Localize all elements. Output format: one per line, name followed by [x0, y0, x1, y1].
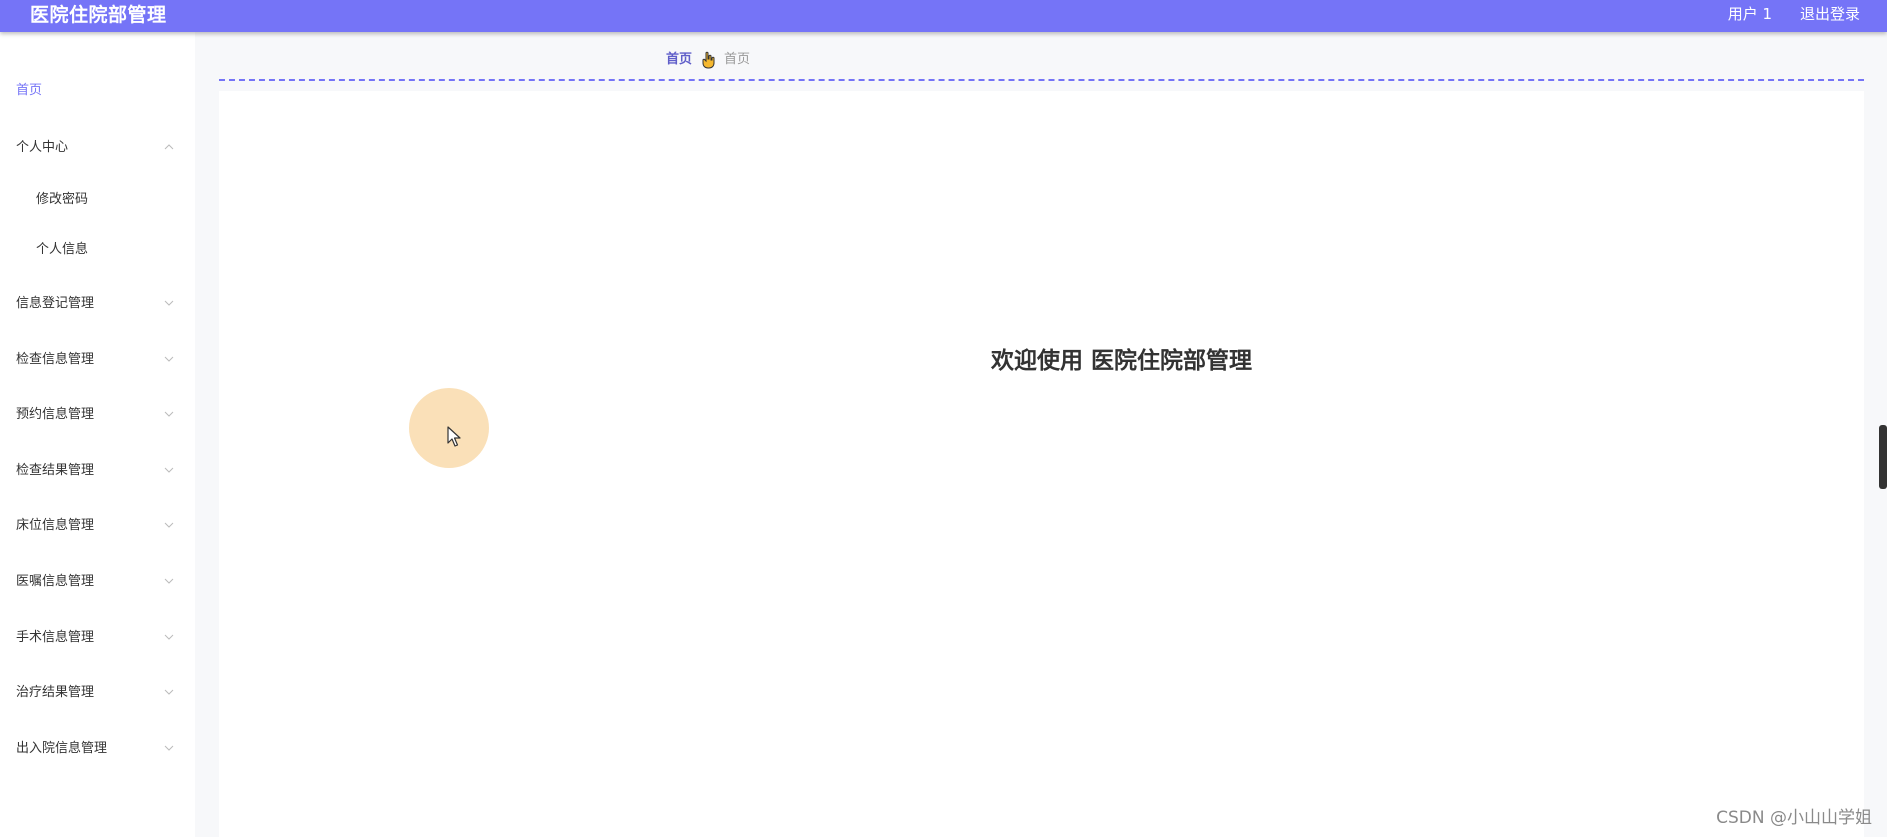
top-bar: 医院住院部管理 用户 1 退出登录 [0, 0, 1887, 32]
app-title: 医院住院部管理 [30, 4, 167, 26]
chevron-up-icon [163, 141, 175, 153]
chevron-down-icon [163, 519, 175, 531]
chevron-down-icon [163, 297, 175, 309]
sidebar-item-label: 床位信息管理 [16, 518, 95, 533]
breadcrumb-home-link[interactable]: 首页 [666, 50, 692, 70]
chevron-down-icon [163, 686, 175, 698]
chevron-down-icon [163, 353, 175, 365]
chevron-down-icon [163, 408, 175, 420]
sidebar-item-admission-discharge[interactable]: 出入院信息管理 [0, 734, 195, 764]
sidebar-item-treatment-results[interactable]: 治疗结果管理 [0, 678, 195, 708]
sidebar: 首页 个人中心 修改密码 个人信息 信息登记管理 检查信息管理 预约信息管理 检… [0, 32, 195, 837]
sidebar-item-label: 治疗结果管理 [16, 685, 95, 700]
scrollbar-thumb[interactable] [1879, 425, 1887, 489]
welcome-text: 欢迎使用 医院住院部管理 [990, 348, 1252, 374]
sidebar-item-registration[interactable]: 信息登记管理 [0, 289, 195, 319]
sidebar-item-personal-info[interactable]: 个人信息 [0, 235, 195, 265]
sidebar-item-label: 检查信息管理 [16, 352, 95, 367]
chevron-down-icon [163, 742, 175, 754]
sidebar-item-label: 检查结果管理 [16, 463, 95, 478]
chevron-down-icon [163, 464, 175, 476]
breadcrumb-current: 首页 [724, 52, 751, 67]
sidebar-item-surgery[interactable]: 手术信息管理 [0, 623, 195, 653]
sidebar-item-exam-results[interactable]: 检查结果管理 [0, 456, 195, 486]
sidebar-item-label: 预约信息管理 [16, 407, 95, 422]
sidebar-item-label: 出入院信息管理 [16, 741, 108, 756]
watermark: CSDN @小山山学姐 [1716, 808, 1872, 828]
sidebar-item-appointment[interactable]: 预约信息管理 [0, 400, 195, 430]
sidebar-item-label: 手术信息管理 [16, 630, 95, 645]
sidebar-item-label: 医嘱信息管理 [16, 574, 95, 589]
breadcrumb: 首页 首页 [666, 50, 750, 70]
chevron-down-icon [163, 631, 175, 643]
welcome-heading: 欢迎使用 医院住院部管理 [219, 345, 1864, 377]
sidebar-item-examination[interactable]: 检查信息管理 [0, 345, 195, 375]
sidebar-item-label: 信息登记管理 [16, 296, 95, 311]
sidebar-item-home[interactable]: 首页 [0, 76, 195, 106]
current-user-label: 用户 1 [1727, 5, 1772, 23]
logout-button[interactable]: 退出登录 [1800, 4, 1860, 24]
sidebar-item-label: 个人中心 [16, 140, 69, 155]
chevron-down-icon [163, 575, 175, 587]
hand-pointing-icon [700, 51, 716, 69]
sidebar-item-change-password[interactable]: 修改密码 [0, 185, 195, 215]
sidebar-item-personal-center[interactable]: 个人中心 [0, 133, 195, 163]
sidebar-item-beds[interactable]: 床位信息管理 [0, 511, 195, 541]
sidebar-item-label: 修改密码 [36, 192, 89, 207]
sidebar-item-label: 个人信息 [36, 242, 89, 257]
sidebar-item-label: 首页 [16, 83, 43, 98]
mouse-cursor-icon [447, 426, 461, 447]
sidebar-item-medical-orders[interactable]: 医嘱信息管理 [0, 567, 195, 597]
breadcrumb-divider [219, 79, 1864, 81]
